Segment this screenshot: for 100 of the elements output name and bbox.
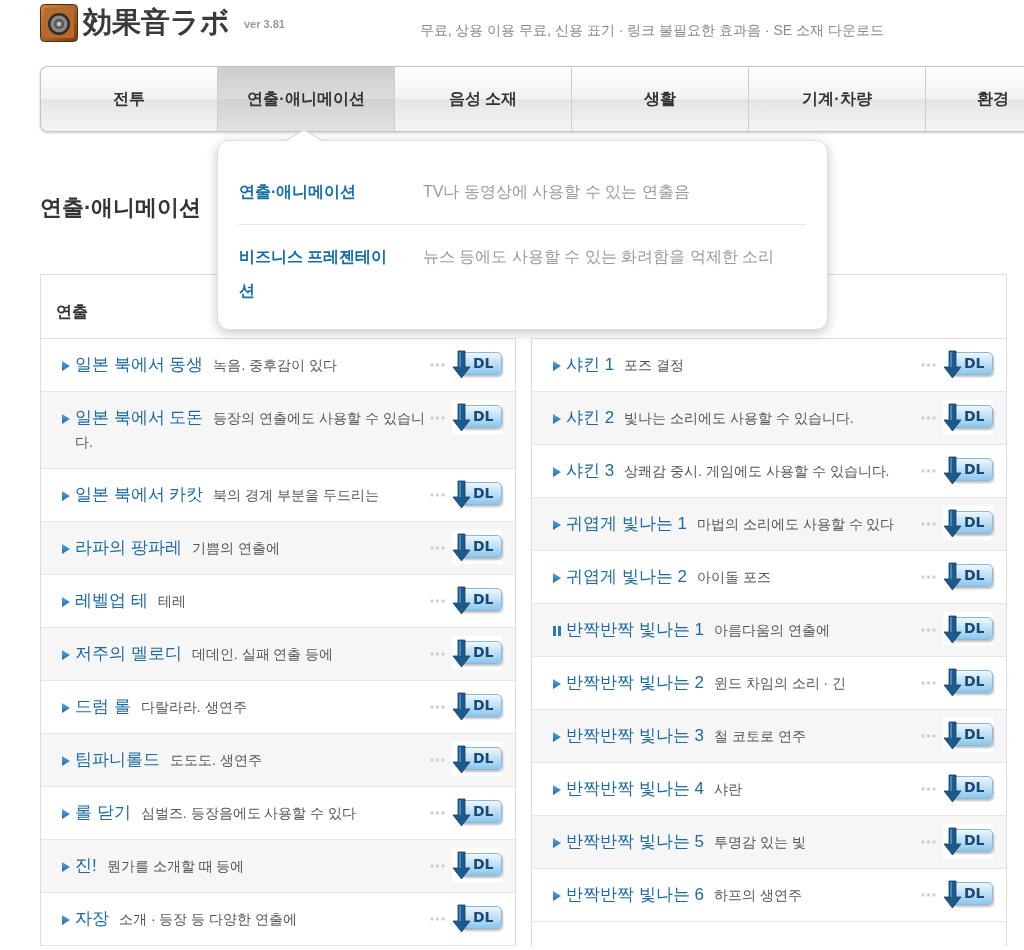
play-icon[interactable]: [62, 414, 70, 424]
pause-icon[interactable]: [553, 626, 561, 636]
sound-entry-text: 반짝반짝 빛나는 6 하프의 생연주: [566, 884, 803, 906]
download-button[interactable]: DL: [943, 400, 993, 434]
download-button[interactable]: DL: [452, 400, 502, 434]
sound-entry-text: 일본 북에서 카캇 북의 경계 부분을 두드리는: [75, 484, 381, 506]
sound-entry-text: 자장 소개 · 등장 등 다양한 연출에: [75, 908, 299, 930]
sound-entry-text: 귀엽게 빛나는 2 아이돌 포즈: [566, 566, 772, 588]
nav-tab[interactable]: 연출·애니메이션: [218, 67, 395, 131]
ellipsis-icon: [430, 546, 445, 550]
download-button[interactable]: DL: [452, 636, 502, 670]
nav-tab[interactable]: 기계·차량: [749, 67, 926, 131]
download-button[interactable]: DL: [452, 477, 502, 511]
download-button[interactable]: DL: [452, 689, 502, 723]
sound-entry-text: 반짝반짝 빛나는 4 샤란: [566, 778, 743, 800]
sound-title-link[interactable]: 반짝반짝 빛나는 3: [566, 726, 704, 745]
sound-title-link[interactable]: 롤 닫기: [75, 803, 131, 822]
ellipsis-icon: [430, 811, 445, 815]
play-icon[interactable]: [62, 544, 70, 554]
play-icon[interactable]: [553, 361, 561, 371]
sound-title-link[interactable]: 진!: [75, 856, 97, 875]
down-arrow-icon: [943, 879, 963, 909]
download-button[interactable]: DL: [452, 530, 502, 564]
play-icon[interactable]: [62, 756, 70, 766]
play-icon[interactable]: [553, 732, 561, 742]
download-button[interactable]: DL: [943, 347, 993, 381]
download-button[interactable]: DL: [943, 771, 993, 805]
sound-title-link[interactable]: 일본 북에서 도돈: [75, 408, 204, 427]
sound-title-link[interactable]: 귀엽게 빛나는 2: [566, 567, 687, 586]
sound-title-link[interactable]: 일본 북에서 카캇: [75, 485, 204, 504]
nav-tab[interactable]: 환경: [926, 67, 1024, 131]
play-icon[interactable]: [62, 862, 70, 872]
sound-title-link[interactable]: 일본 북에서 동생: [75, 355, 204, 374]
ellipsis-icon: [921, 416, 936, 420]
play-icon[interactable]: [553, 679, 561, 689]
sound-entry-text: 샤킨 3 상쾌감 중시. 게임에도 사용할 수 있습니다.: [566, 460, 891, 482]
download-button[interactable]: DL: [943, 665, 993, 699]
download-button[interactable]: DL: [943, 612, 993, 646]
nav-tab[interactable]: 음성 소재: [395, 67, 572, 131]
sound-entry-text: 레벨업 테 테레: [75, 590, 187, 612]
download-button[interactable]: DL: [452, 583, 502, 617]
nav-tab[interactable]: 생활: [572, 67, 749, 131]
sound-title-link[interactable]: 샤킨 1: [566, 355, 615, 374]
sound-entry-text: 반짝반짝 빛나는 3 철 코토로 연주: [566, 725, 807, 747]
download-button[interactable]: DL: [943, 824, 993, 858]
play-icon[interactable]: [553, 520, 561, 530]
play-icon[interactable]: [553, 573, 561, 583]
ellipsis-icon: [921, 893, 936, 897]
category-description: TV나 동영상에 사용할 수 있는 연출음: [423, 182, 690, 202]
sound-entry-text: 반짝반짝 빛나는 1 아름다움의 연출에: [566, 619, 831, 641]
sound-title-link[interactable]: 반짝반짝 빛나는 1: [566, 620, 704, 639]
sound-title-link[interactable]: 반짝반짝 빛나는 2: [566, 673, 704, 692]
ellipsis-icon: [921, 787, 936, 791]
sound-title-link[interactable]: 저주의 멜로디: [75, 644, 182, 663]
sound-title-link[interactable]: 반짝반짝 빛나는 6: [566, 885, 704, 904]
sound-title-link[interactable]: 샤킨 3: [566, 461, 615, 480]
sound-title-link[interactable]: 라파의 팡파레: [75, 538, 182, 557]
category-link[interactable]: 연출·애니메이션: [239, 175, 399, 209]
sound-entry-text: 반짝반짝 빛나는 5 투명감 있는 빛: [566, 831, 807, 853]
play-icon[interactable]: [62, 915, 70, 925]
play-icon[interactable]: [62, 491, 70, 501]
site-logo[interactable]: 効果音ラボ: [83, 4, 230, 40]
download-button[interactable]: DL: [452, 848, 502, 882]
play-icon[interactable]: [62, 597, 70, 607]
download-button[interactable]: DL: [943, 718, 993, 752]
play-icon[interactable]: [553, 838, 561, 848]
down-arrow-icon: [452, 402, 472, 432]
play-icon[interactable]: [553, 467, 561, 477]
sound-title-link[interactable]: 귀엽게 빛나는 1: [566, 514, 687, 533]
sound-title-link[interactable]: 레벨업 테: [75, 591, 148, 610]
download-button[interactable]: DL: [943, 506, 993, 540]
download-button[interactable]: DL: [943, 559, 993, 593]
down-arrow-icon: [452, 850, 472, 880]
download-button[interactable]: DL: [943, 877, 993, 911]
category-link[interactable]: 비즈니스 프레젠테이션: [239, 240, 399, 308]
ellipsis-icon: [921, 575, 936, 579]
sound-title-link[interactable]: 반짝반짝 빛나는 4: [566, 779, 704, 798]
sound-entry-text: 저주의 멜로디 데데인. 실패 연출 등에: [75, 643, 335, 665]
down-arrow-icon: [452, 585, 472, 615]
play-icon[interactable]: [553, 785, 561, 795]
play-icon[interactable]: [62, 361, 70, 371]
play-icon[interactable]: [553, 414, 561, 424]
download-button[interactable]: DL: [452, 901, 502, 935]
nav-tab[interactable]: 전투: [41, 67, 218, 131]
play-icon[interactable]: [62, 809, 70, 819]
ellipsis-icon: [430, 416, 445, 420]
download-button[interactable]: DL: [452, 347, 502, 381]
sound-entry-text: 귀엽게 빛나는 1 마법의 소리에도 사용할 수 있다: [566, 513, 896, 535]
sound-title-link[interactable]: 자장: [75, 909, 109, 928]
download-button[interactable]: DL: [452, 795, 502, 829]
ellipsis-icon: [921, 522, 936, 526]
sound-title-link[interactable]: 반짝반짝 빛나는 5: [566, 832, 704, 851]
play-icon[interactable]: [62, 703, 70, 713]
download-button[interactable]: DL: [943, 453, 993, 487]
sound-title-link[interactable]: 팀파니롤드: [75, 750, 160, 769]
play-icon[interactable]: [62, 650, 70, 660]
sound-title-link[interactable]: 샤킨 2: [566, 408, 615, 427]
play-icon[interactable]: [553, 891, 561, 901]
download-button[interactable]: DL: [452, 742, 502, 776]
sound-title-link[interactable]: 드럼 롤: [75, 697, 131, 716]
